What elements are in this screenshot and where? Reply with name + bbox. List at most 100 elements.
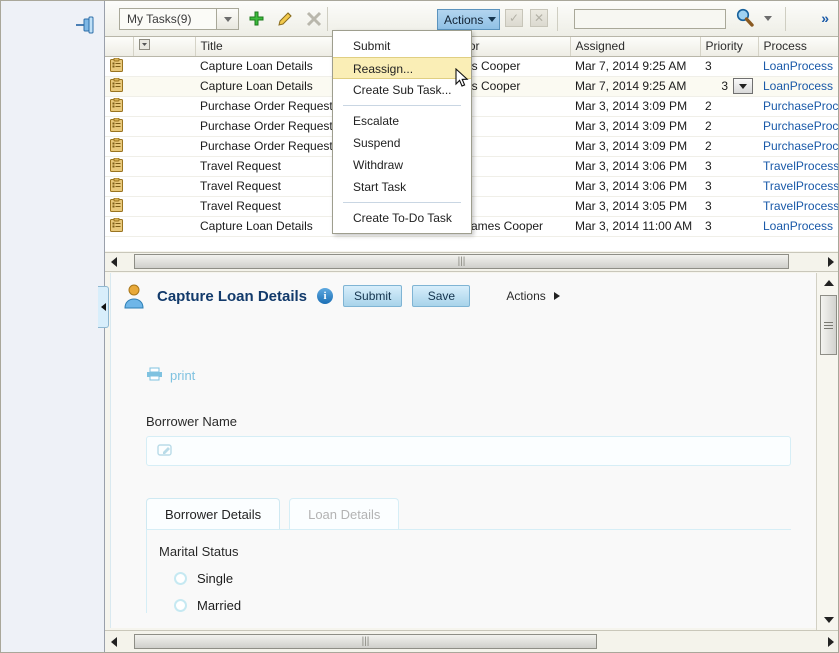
row-icon-cell (105, 96, 133, 117)
collapse-left-pane-button[interactable] (98, 286, 109, 328)
col-header-icon[interactable] (105, 37, 134, 57)
mouse-cursor (455, 67, 471, 93)
add-task-button[interactable] (244, 8, 268, 30)
task-filter-dropdown-button[interactable] (217, 8, 239, 30)
search-input[interactable] (574, 9, 726, 29)
table-row[interactable]: Capture Loan Details es Cooper Mar 7, 2014… (105, 56, 839, 77)
row-process[interactable]: PurchaseProce (758, 136, 839, 157)
row-priority[interactable]: 2 (700, 136, 758, 157)
scroll-right-button-bottom[interactable] (822, 633, 839, 651)
detail-horizontal-scrollbar[interactable]: ||| (105, 630, 839, 653)
search-options-chevron-down-icon[interactable] (764, 16, 772, 21)
table-row[interactable]: Travel Request Mar 3, 2014 3:06 PM 3 Travel… (105, 156, 839, 177)
double-chevron-right-icon[interactable]: » (821, 10, 829, 26)
col-header-assigned[interactable]: Assigned (570, 37, 701, 57)
table-row[interactable]: Purchase Order Request Mar 3, 2014 3:09 P… (105, 136, 839, 157)
priority-value: 2 (705, 119, 712, 133)
magnifier-search-icon[interactable] (735, 8, 757, 30)
row-process[interactable]: LoanProcess (758, 76, 839, 97)
row-priority[interactable]: 2 (700, 116, 758, 137)
detail-vertical-scrollbar[interactable] (816, 273, 839, 630)
row-process[interactable]: PurchaseProce (758, 116, 839, 137)
claim-task-button[interactable]: ✓ (505, 9, 523, 27)
radio-option-married[interactable]: Married (174, 598, 817, 613)
menu-item-suspend[interactable]: Suspend (333, 132, 471, 154)
row-process[interactable]: LoanProcess (758, 56, 839, 77)
row-process[interactable]: LoanProcess (758, 216, 839, 237)
menu-item-start-task[interactable]: Start Task (333, 176, 471, 198)
row-priority[interactable]: 3 (700, 176, 758, 197)
row-process[interactable]: TravelProcess (758, 176, 839, 197)
row-priority[interactable]: 2 (700, 96, 758, 117)
h-scroll-track-bottom[interactable]: ||| (122, 633, 822, 651)
menu-item-reassign[interactable]: Reassign... (333, 57, 471, 79)
table-row[interactable]: Travel Request Mar 3, 2014 3:06 PM 3 Travel… (105, 176, 839, 197)
task-clipboard-icon (110, 77, 123, 92)
table-row[interactable]: Travel Request Mar 3, 2014 3:05 PM 3 Travel… (105, 196, 839, 217)
grip-line (824, 324, 833, 326)
menu-item-create-sub-task[interactable]: Create Sub Task... (333, 79, 471, 101)
table-row[interactable]: Capture Loan Details es Cooper Mar 7, 2014… (105, 76, 839, 97)
release-task-button[interactable]: ✕ (530, 9, 548, 27)
scroll-left-button-bottom[interactable] (105, 633, 122, 651)
row-process[interactable]: TravelProcess (758, 156, 839, 177)
radio-label: Single (197, 571, 234, 586)
row-assigned: Mar 3, 2014 3:09 PM (570, 96, 700, 117)
h-scroll-thumb-bottom[interactable]: ||| (134, 634, 597, 649)
table-row[interactable]: Purchase Order Request Mar 3, 2014 3:09 P… (105, 116, 839, 137)
save-button[interactable]: Save (412, 285, 471, 307)
menu-item-escalate[interactable]: Escalate (333, 110, 471, 132)
tab-loan-details[interactable]: Loan Details (289, 498, 400, 529)
edit-field-icon (157, 443, 174, 460)
table-row[interactable]: Purchase Order Request Mar 3, 2014 3:09 P… (105, 96, 839, 117)
edit-task-button[interactable] (273, 8, 297, 30)
radio-circle-icon[interactable] (174, 572, 187, 585)
tab-borrower-details[interactable]: Borrower Details (146, 498, 281, 529)
row-process[interactable]: PurchaseProce (758, 96, 839, 117)
col-header-sort[interactable] (133, 37, 196, 57)
h-scroll-thumb[interactable]: ||| (134, 254, 789, 269)
delete-task-button[interactable] (302, 8, 326, 30)
row-priority[interactable]: 3 (700, 156, 758, 177)
scroll-left-button[interactable] (105, 253, 122, 271)
marital-status-label: Marital Status (159, 544, 239, 559)
scroll-up-button[interactable] (817, 275, 839, 291)
v-scroll-thumb[interactable] (820, 295, 837, 355)
col-header-creator[interactable]: tor (460, 37, 571, 57)
detail-actions-menu[interactable]: Actions (506, 289, 560, 303)
row-creator (460, 136, 570, 157)
row-priority[interactable]: 3 (700, 196, 758, 217)
menu-item-withdraw[interactable]: Withdraw (333, 154, 471, 176)
sort-column-icon (138, 39, 150, 53)
actions-button[interactable]: Actions (437, 9, 500, 30)
table-row[interactable]: Capture Loan Details200041James CooperMa… (105, 216, 839, 237)
row-priority[interactable]: 3 (700, 56, 758, 77)
toolbar-separator-3 (785, 7, 786, 31)
row-assigned: Mar 3, 2014 3:05 PM (570, 196, 700, 217)
pin-icon[interactable] (74, 16, 96, 34)
radio-option-single[interactable]: Single (174, 571, 817, 586)
row-icon-cell (105, 116, 133, 137)
priority-dropdown[interactable] (733, 78, 753, 94)
submit-button[interactable]: Submit (343, 285, 403, 307)
col-header-process[interactable]: Process (758, 37, 839, 57)
menu-item-create-to-do-task[interactable]: Create To-Do Task (333, 207, 471, 229)
row-process[interactable]: TravelProcess (758, 196, 839, 217)
row-spacer-cell (133, 156, 195, 177)
col-header-priority[interactable]: Priority (700, 37, 759, 57)
row-priority[interactable]: 3 (700, 76, 758, 97)
menu-item-submit[interactable]: Submit (333, 35, 471, 57)
actions-dropdown-menu[interactable]: Submit Reassign... Create Sub Task... Escal… (332, 30, 472, 234)
row-priority[interactable]: 3 (700, 216, 758, 237)
task-filter-select[interactable]: My Tasks(9) (119, 8, 217, 30)
h-scroll-track[interactable]: ||| (122, 253, 822, 271)
radio-circle-icon[interactable] (174, 599, 187, 612)
info-icon[interactable]: i (317, 288, 334, 304)
task-filter-value: My Tasks(9) (127, 12, 192, 26)
borrower-name-field[interactable] (146, 436, 791, 466)
scroll-right-button[interactable] (822, 253, 839, 271)
menu-separator (343, 202, 461, 203)
table-horizontal-scrollbar[interactable]: ||| (105, 252, 839, 272)
print-link[interactable]: print (146, 367, 817, 384)
scroll-down-button[interactable] (817, 612, 839, 628)
